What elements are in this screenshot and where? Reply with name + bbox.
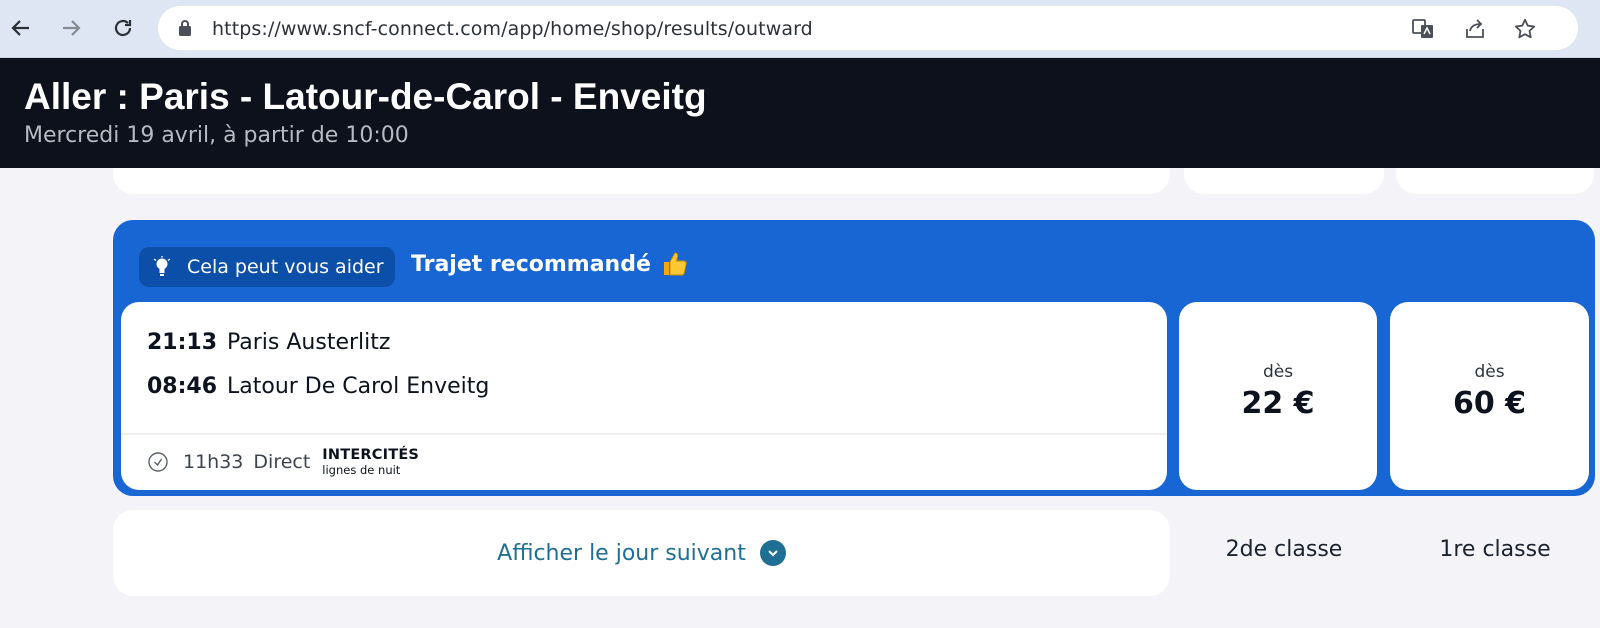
bookmark-star-icon[interactable]	[1512, 16, 1538, 42]
departure-time: 21:13	[147, 330, 218, 355]
divider	[121, 433, 1167, 435]
arrival-time: 08:46	[147, 374, 218, 399]
journey-card[interactable]: 21:13 Paris Austerlitz 08:46 Latour De C…	[121, 302, 1167, 490]
share-icon[interactable]	[1462, 16, 1488, 42]
reload-icon[interactable]	[106, 11, 140, 45]
price-from-label: dès	[1262, 361, 1294, 382]
browser-toolbar: https://www.sncf-connect.com/app/home/sh…	[0, 0, 1600, 58]
help-badge: Cela peut vous aider	[139, 247, 395, 287]
train-brand-logo: INTERCITÉS lignes de nuit	[322, 448, 419, 476]
recommended-title: Trajet recommandé	[411, 250, 689, 278]
price-1st-class[interactable]: dès 60 €	[1390, 302, 1589, 490]
show-next-day-button[interactable]: Afficher le jour suivant	[113, 510, 1170, 596]
help-badge-label: Cela peut vous aider	[187, 256, 384, 278]
url-text[interactable]: https://www.sncf-connect.com/app/home/sh…	[212, 18, 813, 40]
lock-icon[interactable]	[178, 19, 192, 37]
journey-meta: 11h33 Direct INTERCITÉS lignes de nuit	[147, 444, 419, 480]
class-header-1st: 1re classe	[1439, 537, 1551, 562]
address-bar[interactable]: https://www.sncf-connect.com/app/home/sh…	[158, 6, 1578, 50]
back-arrow-icon[interactable]	[4, 11, 38, 45]
departure-station: Paris Austerlitz	[227, 330, 391, 355]
recommended-title-label: Trajet recommandé	[411, 251, 651, 277]
trip-header: Aller : Paris - Latour-de-Carol - Enveit…	[0, 58, 1600, 168]
arrival-row: 08:46 Latour De Carol Enveitg	[147, 374, 489, 399]
price-amount: 22 €	[1241, 385, 1315, 421]
price-2nd-class[interactable]: dès 22 €	[1179, 302, 1377, 490]
chevron-down-icon	[759, 540, 786, 566]
train-brand-name: INTERCITÉS	[322, 447, 420, 463]
price-amount: 60 €	[1452, 385, 1527, 421]
next-day-label: Afficher le jour suivant	[497, 540, 746, 566]
thumbs-up-icon	[663, 252, 687, 276]
lightbulb-icon	[153, 256, 171, 276]
forward-arrow-icon[interactable]	[54, 11, 88, 45]
translate-icon[interactable]	[1410, 16, 1436, 42]
class-header-2nd: 2de classe	[1225, 537, 1343, 562]
departure-row: 21:13 Paris Austerlitz	[147, 330, 390, 355]
arrival-station: Latour De Carol Enveitg	[227, 374, 490, 399]
journey-connections: Direct	[253, 451, 311, 473]
recommended-journey: Cela peut vous aider Trajet recommandé 2…	[113, 220, 1595, 496]
trip-date: Mercredi 19 avril, à partir de 10:00	[24, 123, 409, 148]
page-title: Aller : Paris - Latour-de-Carol - Enveit…	[24, 76, 707, 117]
price-from-label: dès	[1474, 361, 1505, 382]
clock-icon	[148, 452, 168, 472]
train-brand-subtitle: lignes de nuit	[322, 462, 401, 477]
journey-duration: 11h33	[183, 451, 244, 473]
